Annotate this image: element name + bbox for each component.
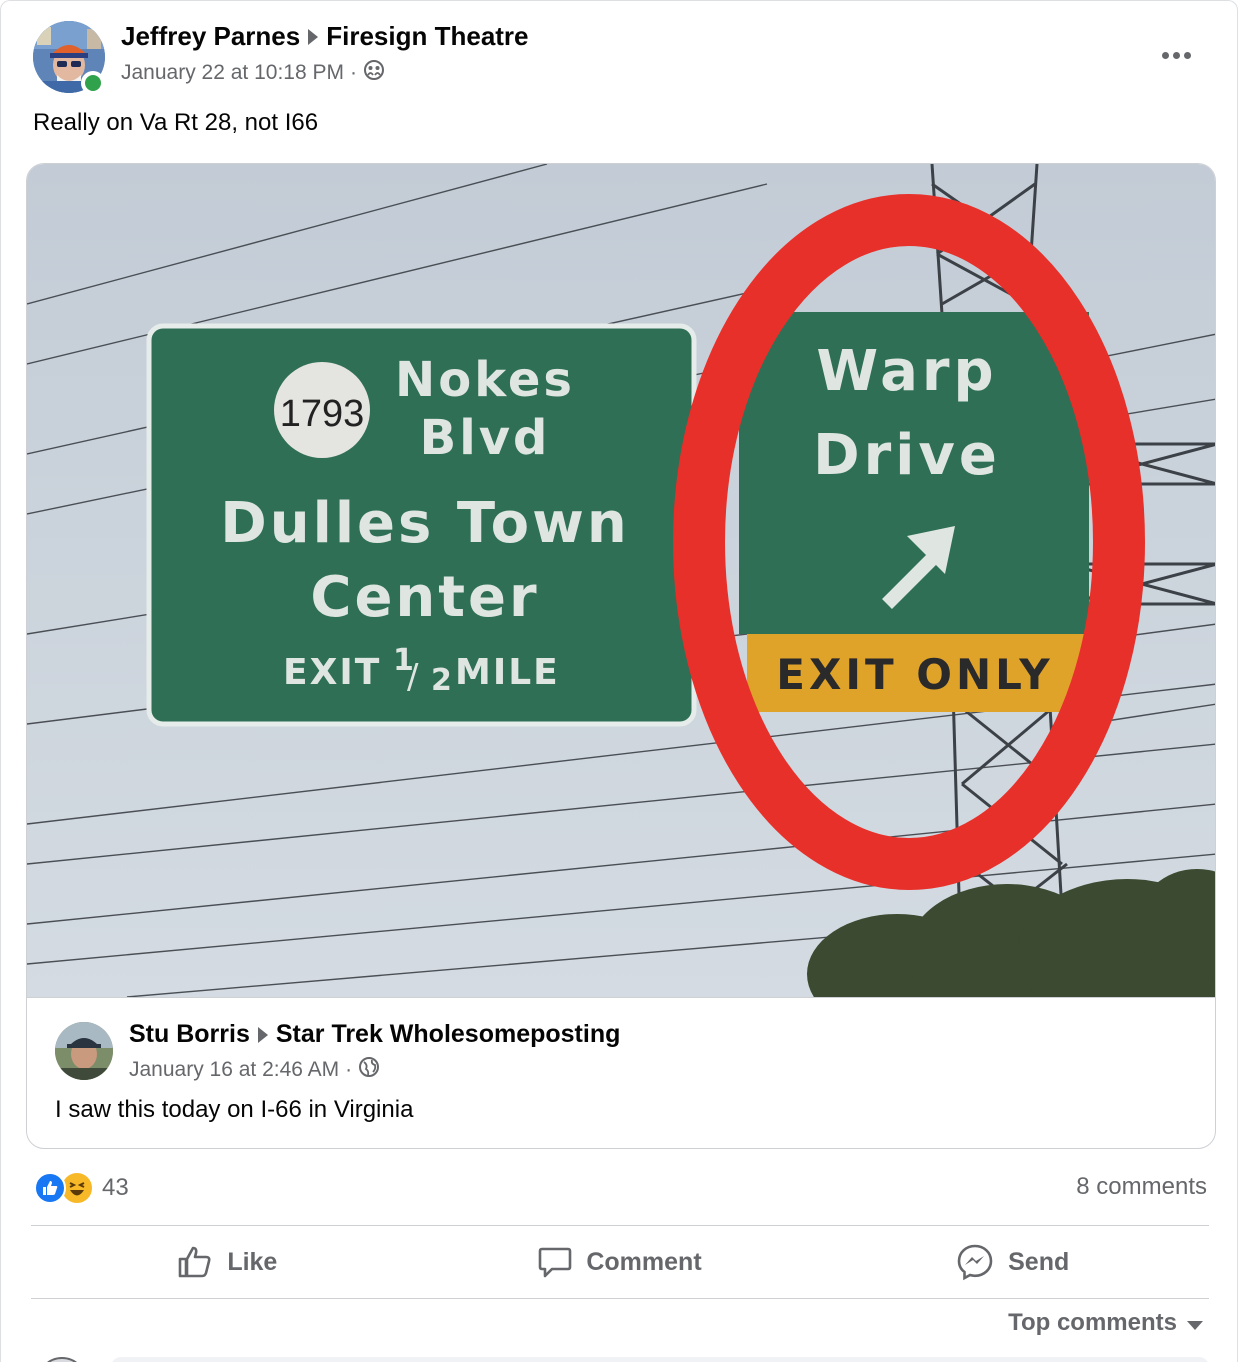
exit-fraction-denominator: 2 xyxy=(431,663,452,698)
meta-separator: · xyxy=(349,61,357,84)
online-status-dot xyxy=(81,71,105,95)
comment-preview-bubble[interactable] xyxy=(111,1357,1209,1362)
shared-header-names: Stu Borris Star Trek Wholesomeposting xyxy=(129,1020,620,1049)
group-name[interactable]: Firesign Theatre xyxy=(326,21,528,52)
caret-right-icon xyxy=(308,28,319,45)
shared-author-name[interactable]: Stu Borris xyxy=(129,1020,250,1049)
more-dot-icon xyxy=(1183,51,1191,59)
post-header-names: Jeffrey Parnes Firesign Theatre xyxy=(121,21,529,52)
like-reaction-icon xyxy=(34,1172,66,1204)
left-sign-line3: Dulles Town xyxy=(220,491,629,556)
caret-right-icon xyxy=(257,1026,268,1043)
sort-label: Top comments xyxy=(1008,1309,1177,1336)
more-dot-icon xyxy=(1172,51,1180,59)
post-meta: January 22 at 10:18 PM · xyxy=(121,59,385,87)
reaction-count: 43 xyxy=(102,1174,129,1201)
like-label: Like xyxy=(227,1247,278,1276)
comment-sort-dropdown[interactable]: Top comments xyxy=(1008,1309,1203,1337)
right-sign-line2: Drive xyxy=(813,423,1001,488)
exit-suffix: MILE xyxy=(455,652,560,693)
comments-count-link[interactable]: 8 comments xyxy=(1076,1173,1207,1201)
exit-only-panel: EXIT ONLY xyxy=(776,650,1053,699)
right-sign-line1: Warp xyxy=(816,339,997,404)
group-icon xyxy=(363,59,385,87)
author-name[interactable]: Jeffrey Parnes xyxy=(121,21,300,52)
left-highway-sign: 1793 Nokes Blvd Dulles Town Center EXIT … xyxy=(146,323,697,727)
right-highway-sign: Warp Drive EXIT ONLY xyxy=(739,312,1089,712)
messenger-icon xyxy=(957,1244,993,1281)
shared-group-name[interactable]: Star Trek Wholesomeposting xyxy=(276,1020,621,1049)
comment-label: Comment xyxy=(586,1247,702,1276)
fraction-slash: / xyxy=(407,657,419,697)
send-button[interactable]: Send xyxy=(816,1227,1209,1297)
left-sign-line1: Nokes xyxy=(395,352,575,408)
left-sign-line4: Center xyxy=(310,565,539,630)
exit-prefix: EXIT xyxy=(283,652,381,693)
more-options-button[interactable] xyxy=(1151,37,1201,73)
meta-separator: · xyxy=(345,1058,353,1081)
more-dot-icon xyxy=(1161,51,1169,59)
post-timestamp[interactable]: January 22 at 10:18 PM xyxy=(121,61,344,85)
shared-photo[interactable]: 1793 Nokes Blvd Dulles Town Center EXIT … xyxy=(27,164,1215,997)
chevron-down-icon xyxy=(1187,1320,1203,1330)
globe-icon xyxy=(358,1056,380,1084)
shared-divider xyxy=(27,997,1215,998)
route-number: 1793 xyxy=(280,393,365,435)
shared-post-card[interactable]: 1793 Nokes Blvd Dulles Town Center EXIT … xyxy=(26,163,1216,1149)
shared-author-avatar[interactable] xyxy=(55,1022,113,1080)
send-label: Send xyxy=(1008,1247,1070,1276)
divider-bottom xyxy=(31,1298,1209,1299)
shared-meta: January 16 at 2:46 AM · xyxy=(129,1056,380,1084)
comment-bubble-icon xyxy=(539,1247,572,1278)
post-text: Really on Va Rt 28, not I66 xyxy=(33,109,319,136)
left-sign-line2: Blvd xyxy=(420,410,551,466)
comment-button[interactable]: Comment xyxy=(424,1227,817,1297)
commenter-avatar xyxy=(37,1357,87,1362)
shared-timestamp[interactable]: January 16 at 2:46 AM xyxy=(129,1058,339,1082)
like-button[interactable]: Like xyxy=(31,1227,424,1297)
post-actions: Like Comment Send xyxy=(31,1227,1209,1297)
reactions-summary[interactable]: 43 xyxy=(34,1171,129,1205)
post-card: Jeffrey Parnes Firesign Theatre January … xyxy=(0,0,1238,1362)
shared-text: I saw this today on I-66 in Virginia xyxy=(55,1096,414,1123)
thumbs-up-icon xyxy=(179,1246,211,1278)
divider-top xyxy=(31,1225,1209,1226)
